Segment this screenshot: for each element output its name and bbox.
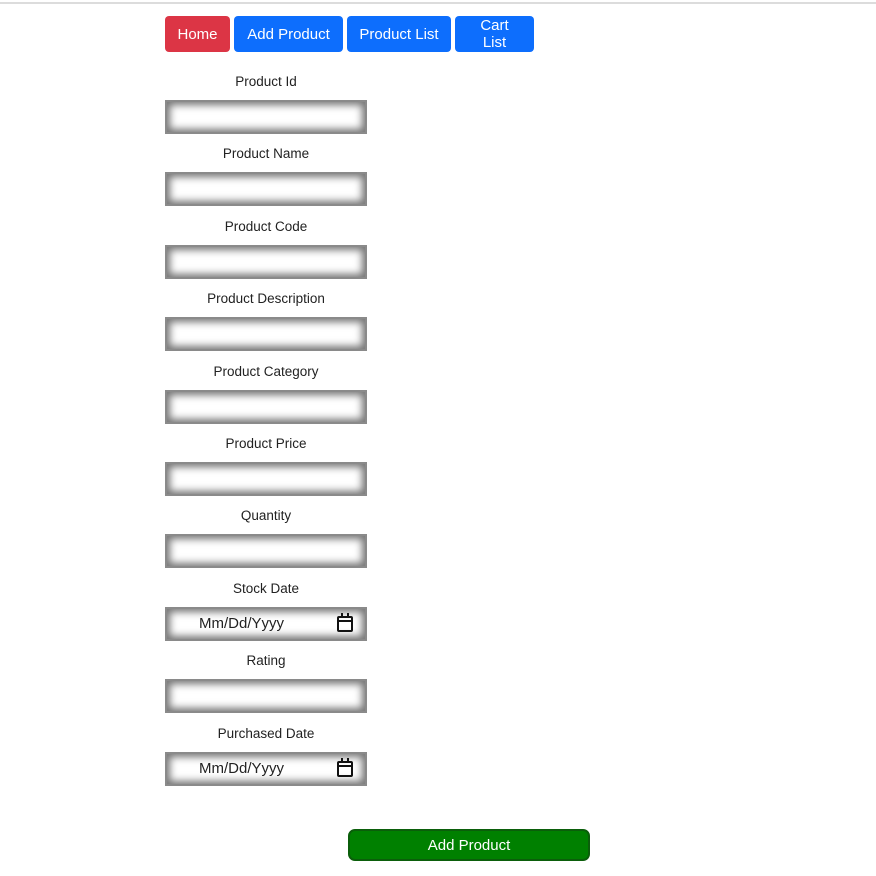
product-price-input[interactable] bbox=[165, 461, 367, 496]
field-product-id: Product Id bbox=[165, 70, 367, 142]
field-product-code: Product Code bbox=[165, 215, 367, 287]
stock-date-label: Stock Date bbox=[232, 580, 300, 596]
product-name-input[interactable] bbox=[165, 172, 367, 207]
add-product-form: Product Id Product Name Product Code Pro… bbox=[165, 70, 367, 794]
product-code-input[interactable] bbox=[165, 244, 367, 279]
field-product-price: Product Price bbox=[165, 432, 367, 504]
calendar-icon[interactable] bbox=[337, 612, 353, 632]
stock-date-placeholder: Mm/Dd/Yyyy bbox=[199, 615, 285, 633]
product-id-label: Product Id bbox=[235, 74, 297, 89]
purchased-date-input[interactable]: Mm/Dd/Yyyy bbox=[165, 751, 367, 786]
main-navigation: Home Add Product Product List Cart List bbox=[165, 16, 534, 52]
stock-date-input[interactable]: Mm/Dd/Yyyy bbox=[165, 606, 367, 641]
field-product-category: Product Category bbox=[165, 360, 367, 432]
home-button[interactable]: Home bbox=[165, 16, 230, 52]
quantity-input[interactable] bbox=[165, 534, 367, 569]
calendar-icon[interactable] bbox=[337, 757, 353, 777]
field-purchased-date: Purchased Date Mm/Dd/Yyyy bbox=[165, 722, 367, 794]
purchased-date-label: Purchased Date bbox=[217, 725, 315, 741]
field-product-description: Product Description bbox=[165, 287, 367, 359]
top-divider bbox=[0, 2, 876, 4]
rating-label: Rating bbox=[246, 653, 286, 669]
field-rating: Rating bbox=[165, 649, 367, 721]
product-code-label: Product Code bbox=[224, 218, 308, 234]
product-description-input[interactable] bbox=[165, 317, 367, 352]
add-product-nav-button[interactable]: Add Product bbox=[234, 16, 343, 52]
rating-input[interactable] bbox=[165, 679, 367, 714]
product-price-label: Product Price bbox=[225, 435, 307, 451]
add-product-submit-button[interactable]: Add Product bbox=[348, 829, 590, 861]
field-stock-date: Stock Date Mm/Dd/Yyyy bbox=[165, 577, 367, 649]
product-description-label: Product Description bbox=[207, 291, 325, 307]
quantity-label: Quantity bbox=[240, 508, 292, 524]
field-quantity: Quantity bbox=[165, 504, 367, 576]
product-category-label: Product Category bbox=[213, 363, 319, 379]
product-name-label: Product Name bbox=[222, 146, 310, 162]
purchased-date-placeholder: Mm/Dd/Yyyy bbox=[199, 760, 285, 778]
product-list-nav-button[interactable]: Product List bbox=[347, 16, 451, 52]
product-category-input[interactable] bbox=[165, 389, 367, 424]
field-product-name: Product Name bbox=[165, 142, 367, 214]
product-id-input[interactable] bbox=[165, 100, 367, 134]
cart-list-nav-button[interactable]: Cart List bbox=[455, 16, 534, 52]
